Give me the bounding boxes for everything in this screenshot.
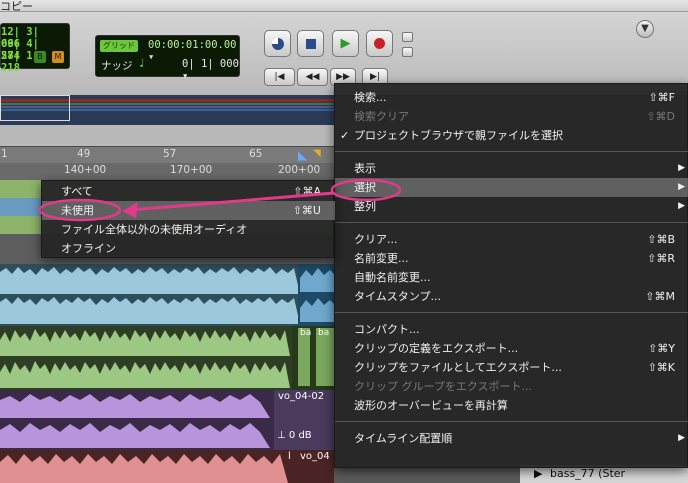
annotation-arrowhead xyxy=(122,202,138,218)
annotation-circle xyxy=(330,178,402,202)
annotation-overlay xyxy=(38,178,402,222)
annotation-circle xyxy=(38,198,122,222)
annotation-arrow xyxy=(129,191,335,212)
